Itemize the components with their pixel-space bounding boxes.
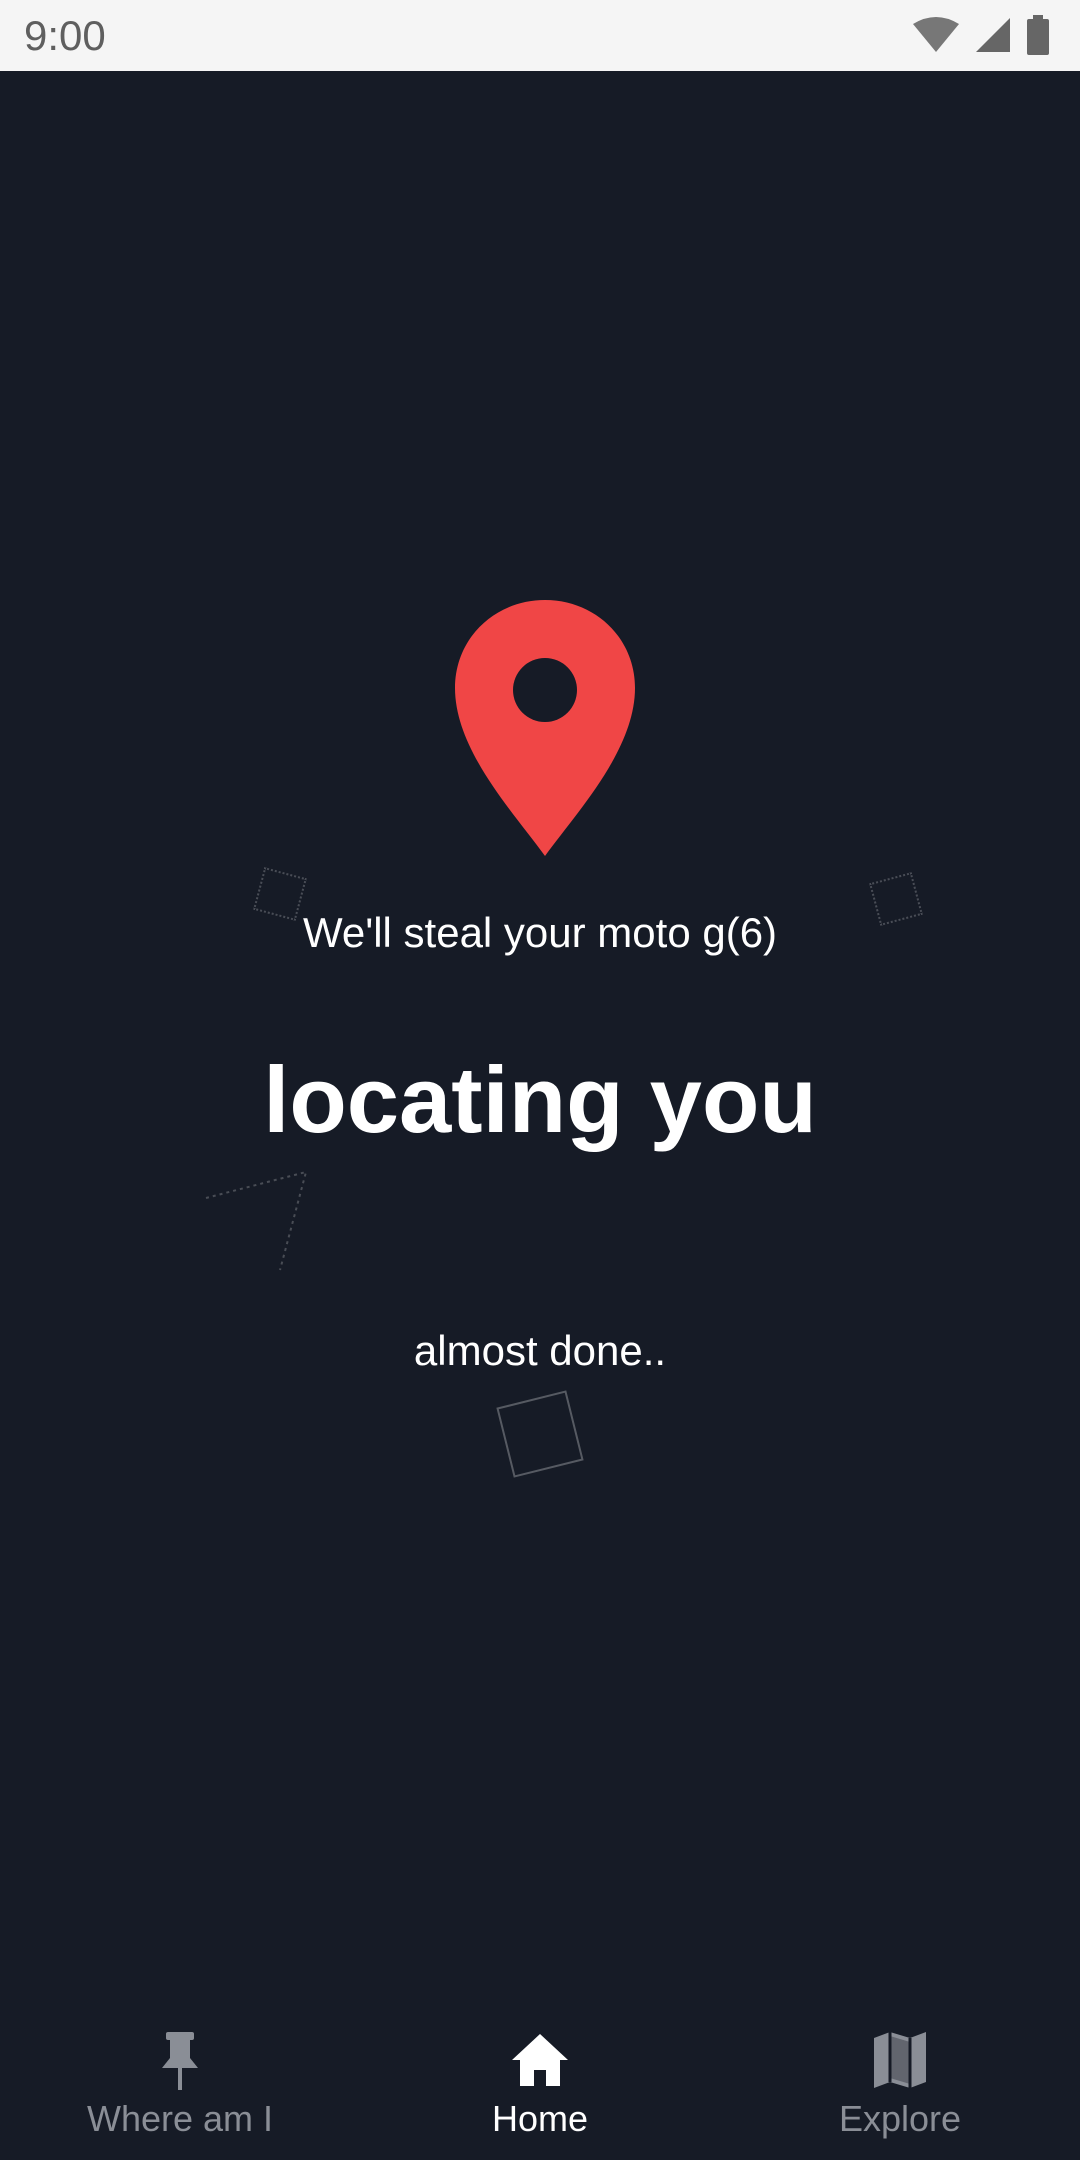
device-subtitle: We'll steal your moto g(6) — [302, 909, 778, 956]
nav-item-home[interactable]: Home — [360, 2010, 720, 2160]
status-bar: 9:00 — [0, 0, 1080, 71]
status-time: 9:00 — [24, 12, 106, 59]
battery-icon — [1026, 15, 1050, 55]
nav-label: Where am I — [86, 2098, 274, 2139]
progress-status-text: almost done.. — [413, 1327, 667, 1374]
decorative-angle — [205, 1170, 308, 1271]
nav-label: Home — [491, 2098, 589, 2139]
map-icon — [874, 2032, 926, 2088]
bottom-navigation: Where am I Home Explore — [0, 2010, 1080, 2160]
nav-item-explore[interactable]: Explore — [720, 2010, 1080, 2160]
wifi-icon — [912, 16, 960, 54]
location-pin-icon — [455, 600, 635, 856]
decorative-square — [496, 1390, 584, 1478]
nav-item-where-am-i[interactable]: Where am I — [0, 2010, 360, 2160]
page-title: locating you — [263, 1047, 817, 1152]
app-screen: 9:00 We'll steal your moto g(6) locating… — [0, 0, 1080, 2160]
nav-label: Explore — [838, 2098, 962, 2139]
home-icon — [512, 2034, 568, 2086]
pushpin-icon — [162, 2032, 198, 2090]
cell-signal-icon — [974, 16, 1012, 54]
status-icons — [912, 14, 1050, 56]
